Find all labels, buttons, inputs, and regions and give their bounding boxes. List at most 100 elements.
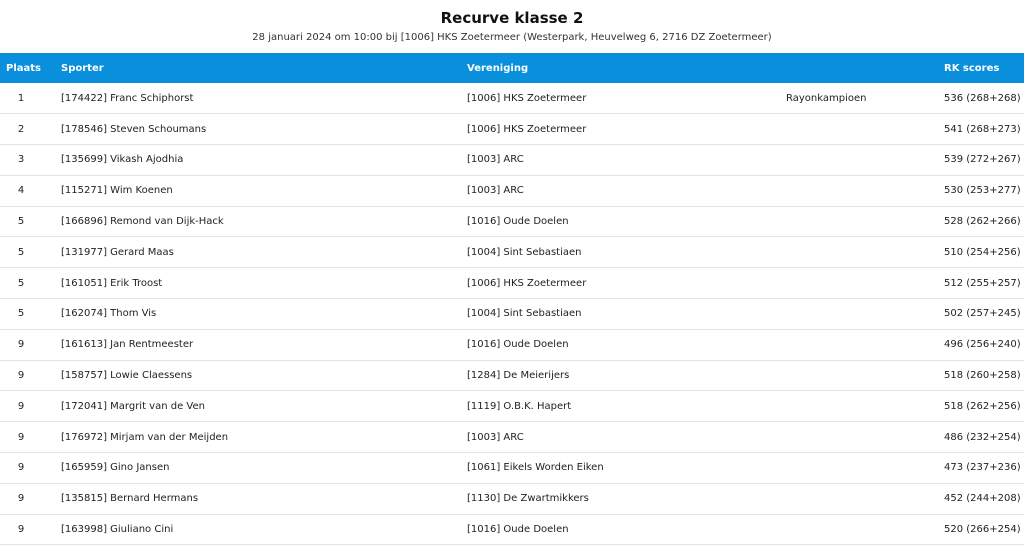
cell-plaats: 9 <box>17 493 25 505</box>
cell-rk-score: 502 (257+245) <box>944 308 1021 320</box>
cell-vereniging: [1003] ARC <box>467 185 524 197</box>
cell-vereniging: [1130] De Zwartmikkers <box>467 493 589 505</box>
cell-rk-score: 518 (262+256) <box>944 400 1021 412</box>
header-rk-scores: RK scores <box>944 62 1000 74</box>
table-row: 9 [172041] Margrit van de Ven [1119] O.B.K… <box>0 391 1024 422</box>
cell-rk-score: 496 (256+240) <box>944 339 1021 351</box>
cell-sporter: [161613] Jan Rentmeester <box>61 339 194 351</box>
table-row: 4 [115271] Wim Koenen [1003] ARC 530 (253+2… <box>0 175 1024 207</box>
cell-vereniging: [1004] Sint Sebastiaen <box>467 308 582 320</box>
cell-rk-score: 536 (268+268) <box>944 92 1021 104</box>
cell-sporter: [135815] Bernard Hermans <box>61 493 199 505</box>
table-header-row: Plaats Sporter Vereniging RK scores <box>0 53 1024 83</box>
cell-vereniging: [1006] HKS Zoetermeer <box>467 277 587 289</box>
header-plaats: Plaats <box>6 62 41 74</box>
table-body: 1 [174422] Franc Schiphorst [1006] HKS Zoe… <box>0 83 1024 545</box>
cell-rk-score: 530 (253+277) <box>944 185 1021 197</box>
cell-plaats: 4 <box>17 185 25 197</box>
cell-vereniging: [1004] Sint Sebastiaen <box>467 246 582 258</box>
cell-rk-score: 539 (272+267) <box>944 154 1021 166</box>
cell-rk-score: 518 (260+258) <box>944 370 1021 382</box>
cell-badge <box>786 329 944 360</box>
cell-sporter: [165959] Gino Jansen <box>61 462 170 474</box>
cell-plaats: 3 <box>17 154 25 166</box>
cell-badge <box>786 114 944 145</box>
cell-plaats: 9 <box>17 462 25 474</box>
cell-vereniging: [1003] ARC <box>467 154 524 166</box>
cell-badge <box>786 175 944 206</box>
cell-rk-score: 452 (244+208) <box>944 493 1021 505</box>
table-row: 9 [158757] Lowie Claessens [1284] De Meier… <box>0 360 1024 391</box>
cell-plaats: 5 <box>17 308 25 320</box>
cell-vereniging: [1284] De Meierijers <box>467 370 570 382</box>
cell-sporter: [166896] Remond van Dijk-Hack <box>61 216 224 228</box>
table-row: 5 [162074] Thom Vis [1004] Sint Sebastiaen… <box>0 299 1024 330</box>
table-row: 5 [161051] Erik Troost [1006] HKS Zoeterme… <box>0 268 1024 299</box>
cell-plaats: 5 <box>17 246 25 258</box>
table-row: 3 [135699] Vikash Ajodhia [1003] ARC 539 (2… <box>0 145 1024 176</box>
cell-plaats: 9 <box>17 400 25 412</box>
cell-rk-score: 510 (254+256) <box>944 246 1021 258</box>
cell-plaats: 9 <box>17 339 25 351</box>
cell-sporter: [135699] Vikash Ajodhia <box>61 154 184 166</box>
cell-sporter: [178546] Steven Schoumans <box>61 123 207 135</box>
cell-vereniging: [1006] HKS Zoetermeer <box>467 92 587 104</box>
cell-badge <box>786 237 944 268</box>
cell-sporter: [162074] Thom Vis <box>61 308 157 320</box>
cell-badge <box>786 453 944 484</box>
cell-rk-score: 520 (266+254) <box>944 524 1021 536</box>
cell-vereniging: [1003] ARC <box>467 431 524 443</box>
cell-plaats: 1 <box>17 92 25 104</box>
cell-vereniging: [1061] Eikels Worden Eiken <box>467 462 604 474</box>
table-row: 5 [131977] Gerard Maas [1004] Sint Sebasti… <box>0 237 1024 268</box>
cell-plaats: 5 <box>17 216 25 228</box>
cell-badge <box>786 299 944 330</box>
cell-rk-score: 528 (262+266) <box>944 216 1021 228</box>
cell-vereniging: [1119] O.B.K. Hapert <box>467 400 572 412</box>
cell-badge <box>786 483 944 514</box>
cell-sporter: [161051] Erik Troost <box>61 277 163 289</box>
cell-badge <box>786 360 944 391</box>
cell-sporter: [115271] Wim Koenen <box>61 185 173 197</box>
page-title: Recurve klasse 2 <box>440 9 584 27</box>
cell-plaats: 9 <box>17 524 25 536</box>
table-row: 9 [165959] Gino Jansen [1061] Eikels Worde… <box>0 453 1024 484</box>
cell-sporter: [176972] Mirjam van der Meijden <box>61 431 229 443</box>
cell-plaats: 2 <box>17 123 25 135</box>
cell-vereniging: [1016] Oude Doelen <box>467 216 569 228</box>
header-badge <box>786 53 944 83</box>
cell-rk-score: 473 (237+236) <box>944 462 1021 474</box>
cell-sporter: [131977] Gerard Maas <box>61 246 174 258</box>
cell-plaats: 9 <box>17 370 25 382</box>
table-row: 9 [176972] Mirjam van der Meijden [1003] A… <box>0 422 1024 453</box>
page-subtitle: 28 januari 2024 om 10:00 bij [1006] HKS … <box>252 32 772 43</box>
cell-badge: Rayonkampioen <box>786 92 867 104</box>
cell-plaats: 9 <box>17 431 25 443</box>
table-row: 2 [178546] Steven Schoumans [1006] HKS Zoe… <box>0 114 1024 145</box>
header-sporter: Sporter <box>61 62 104 74</box>
table-header: Plaats Sporter Vereniging RK scores <box>0 53 1024 83</box>
cell-rk-score: 512 (255+257) <box>944 277 1021 289</box>
cell-vereniging: [1006] HKS Zoetermeer <box>467 123 587 135</box>
cell-badge <box>786 268 944 299</box>
cell-badge <box>786 391 944 422</box>
table-row: 9 [163998] Giuliano Cini [1016] Oude Doele… <box>0 514 1024 545</box>
cell-badge <box>786 206 944 237</box>
table-row: 1 [174422] Franc Schiphorst [1006] HKS Zoe… <box>0 83 1024 114</box>
cell-vereniging: [1016] Oude Doelen <box>467 524 569 536</box>
header-vereniging: Vereniging <box>467 62 529 74</box>
cell-vereniging: [1016] Oude Doelen <box>467 339 569 351</box>
cell-badge <box>786 145 944 176</box>
cell-badge <box>786 422 944 453</box>
table-row: 9 [161613] Jan Rentmeester [1016] Oude Doe… <box>0 329 1024 361</box>
cell-rk-score: 541 (268+273) <box>944 123 1021 135</box>
cell-rk-score: 486 (232+254) <box>944 431 1021 443</box>
cell-sporter: [174422] Franc Schiphorst <box>61 92 194 104</box>
table-row: 9 [135815] Bernard Hermans [1130] De Zwart… <box>0 483 1024 515</box>
table-row: 5 [166896] Remond van Dijk-Hack [1016] Oud… <box>0 206 1024 237</box>
page-header: Recurve klasse 2 28 januari 2024 om 10:0… <box>0 0 1024 47</box>
cell-badge <box>786 514 944 545</box>
cell-sporter: [158757] Lowie Claessens <box>61 370 193 382</box>
cell-sporter: [172041] Margrit van de Ven <box>61 400 205 412</box>
cell-plaats: 5 <box>17 277 25 289</box>
